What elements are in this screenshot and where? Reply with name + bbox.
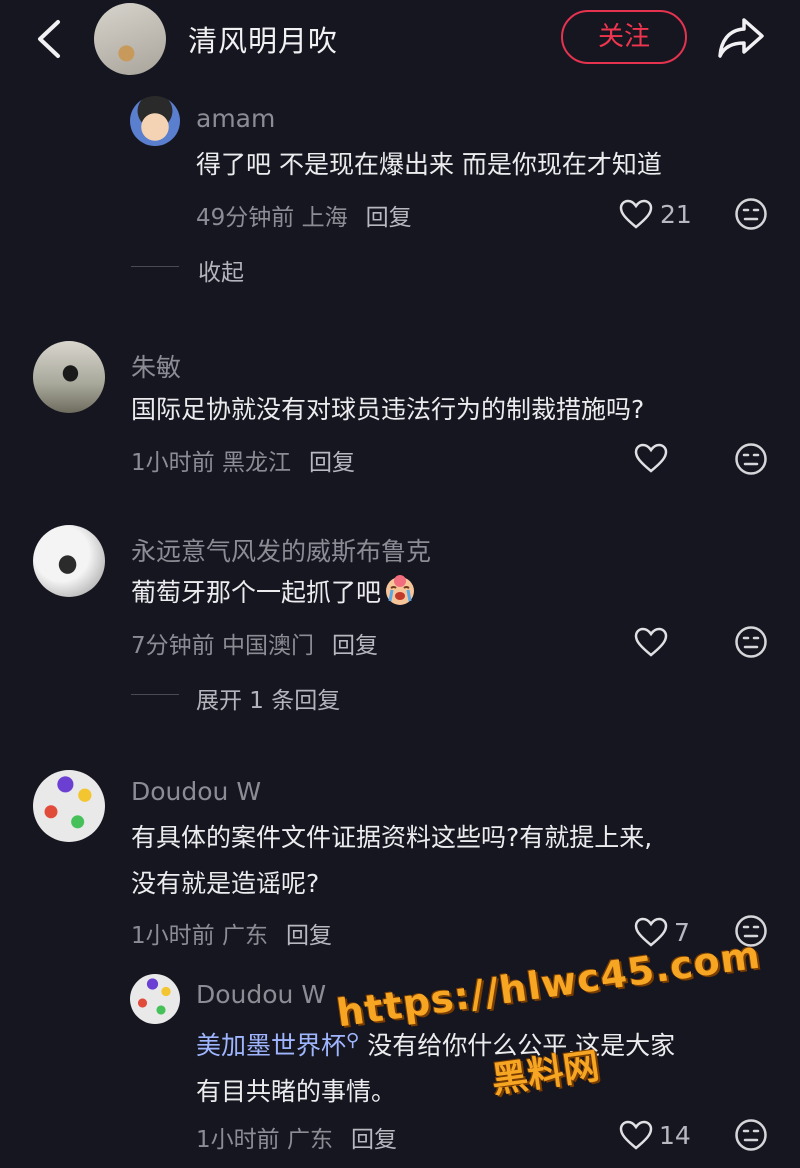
collapse-replies-button[interactable]: 收起	[198, 253, 244, 287]
time-location: 1小时前 广东	[196, 1127, 333, 1153]
heart-icon[interactable]	[634, 627, 668, 657]
emoji-reaction-icon[interactable]	[734, 625, 768, 659]
comment-text: 国际足协就没有对球员违法行为的制裁措施吗?	[131, 395, 645, 424]
divider-line	[131, 266, 179, 267]
reply-button[interactable]: 回复	[332, 633, 378, 659]
avatar[interactable]	[33, 770, 105, 842]
time-location: 1小时前 广东	[131, 923, 268, 949]
avatar[interactable]	[33, 341, 105, 413]
comment-text: 得了吧 不是现在爆出来 而是你现在才知道	[196, 150, 662, 179]
share-icon[interactable]	[716, 14, 766, 60]
comment-text-line: 有目共睹的事情。	[196, 1077, 397, 1106]
reply-button[interactable]: 回复	[351, 1127, 397, 1153]
reply-button[interactable]: 回复	[309, 450, 355, 476]
comment-meta: 1小时前 广东 回复	[196, 1120, 397, 1154]
reply-button[interactable]: 回复	[366, 205, 412, 231]
commenter-name[interactable]: amam	[196, 104, 275, 133]
author-avatar[interactable]	[94, 3, 166, 75]
comment-text-line: 没有就是造谣呢?	[131, 869, 320, 898]
author-name[interactable]: 清风明月吹	[188, 18, 338, 60]
heart-icon[interactable]	[634, 443, 668, 473]
heart-icon[interactable]	[634, 917, 668, 947]
heart-icon[interactable]	[619, 199, 653, 229]
comment-meta: 1小时前 广东 回复	[131, 916, 332, 950]
avatar[interactable]	[130, 974, 180, 1024]
heart-icon[interactable]	[619, 1120, 653, 1150]
comment-text: 葡萄牙那个一起抓了吧	[131, 571, 417, 615]
comment-text: 美加墨世界杯⚲ 没有给你什么公平,这是大家 有目共睹的事情。	[196, 1019, 675, 1114]
commenter-name[interactable]: Doudou W	[196, 980, 326, 1009]
divider-line	[131, 694, 179, 695]
emoji-reaction-icon[interactable]	[734, 1118, 768, 1152]
expand-replies-button[interactable]: 展开 1 条回复	[196, 681, 340, 715]
back-arrow-icon[interactable]	[30, 18, 70, 60]
top-bar: 清风明月吹 关注	[0, 0, 800, 80]
comment-meta: 1小时前 黑龙江 回复	[131, 443, 355, 477]
comment-text-line: 有具体的案件文件证据资料这些吗?有就提上来,	[131, 823, 653, 852]
comment-text-body: 葡萄牙那个一起抓了吧	[131, 578, 382, 607]
comment-text-line: 美加墨世界杯⚲ 没有给你什么公平,这是大家	[196, 1019, 675, 1068]
commenter-name[interactable]: Doudou W	[131, 777, 261, 806]
commenter-name[interactable]: 朱敏	[131, 348, 181, 384]
time-location: 49分钟前 上海	[196, 205, 348, 231]
emoji-reaction-icon[interactable]	[734, 442, 768, 476]
like-count: 21	[660, 200, 692, 229]
avatar[interactable]	[130, 96, 180, 146]
crying-face-emoji-icon	[383, 573, 417, 607]
follow-button[interactable]: 关注	[561, 10, 687, 64]
commenter-name[interactable]: 永远意气风发的威斯布鲁克	[131, 532, 431, 568]
comment-meta: 49分钟前 上海 回复	[196, 198, 412, 232]
comment-text: 有具体的案件文件证据资料这些吗?有就提上来, 没有就是造谣呢?	[131, 816, 652, 906]
avatar[interactable]	[33, 525, 105, 597]
world-cup-hashtag[interactable]: 美加墨世界杯	[196, 1031, 346, 1060]
time-location: 1小时前 黑龙江	[131, 450, 291, 476]
reply-button[interactable]: 回复	[286, 923, 332, 949]
time-location: 7分钟前 中国澳门	[131, 633, 314, 659]
comment-meta: 7分钟前 中国澳门 回复	[131, 626, 378, 660]
emoji-reaction-icon[interactable]	[734, 197, 768, 231]
like-count: 14	[659, 1121, 691, 1150]
